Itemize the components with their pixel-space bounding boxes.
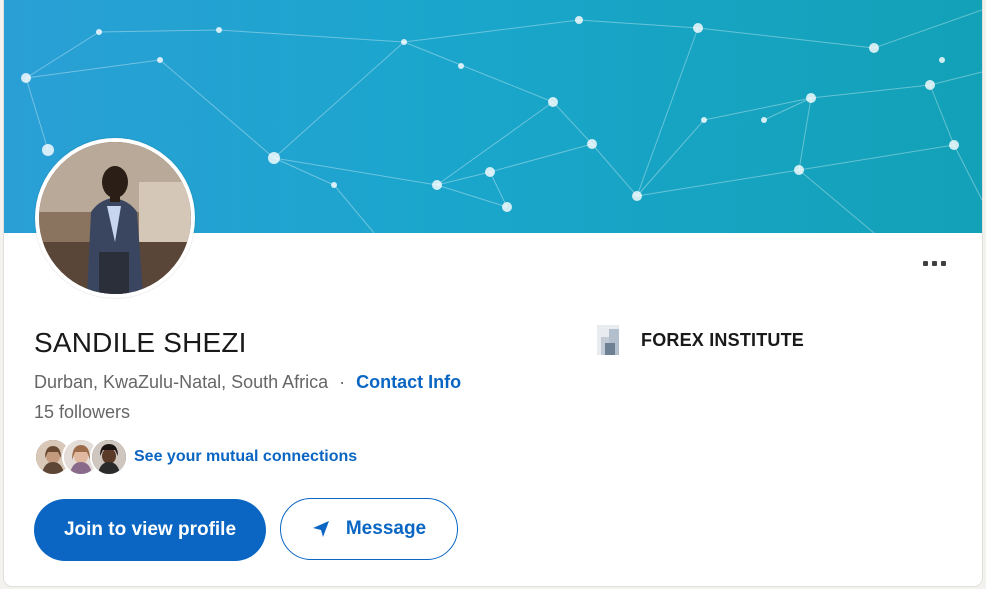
mutual-avatars: [34, 438, 128, 476]
message-label: Message: [345, 518, 427, 539]
company-logo-icon: [597, 325, 627, 355]
contact-info-link[interactable]: Contact Info: [356, 372, 461, 393]
current-company[interactable]: FOREX INSTITUTE: [597, 325, 804, 355]
company-name: FOREX INSTITUTE: [641, 329, 805, 350]
mutual-connections-link[interactable]: See your mutual connections: [134, 448, 357, 466]
separator: ·: [339, 372, 346, 392]
mutual-avatar: [90, 438, 128, 476]
followers-count: 15 followers: [34, 402, 131, 422]
ellipsis-dot: [940, 260, 946, 266]
send-icon: [312, 520, 330, 538]
profile-location: Durban, KwaZulu-Natal, South Africa: [34, 372, 329, 392]
message-button[interactable]: Message: [280, 498, 458, 560]
join-to-view-profile-button[interactable]: Join to view profile: [34, 499, 266, 561]
profile-card: SANDILE SHEZI Durban, KwaZulu-Natal, Sou…: [4, 0, 982, 586]
location-line: Durban, KwaZulu-Natal, South Africa · Co…: [34, 372, 461, 393]
mutual-connections[interactable]: See your mutual connections: [34, 438, 357, 476]
profile-name: SANDILE SHEZI: [34, 327, 247, 358]
more-options-button[interactable]: [916, 250, 952, 276]
profile-avatar[interactable]: [35, 138, 195, 298]
ellipsis-icon: [922, 260, 928, 266]
profile-photo: [39, 142, 191, 294]
ellipsis-dot: [931, 260, 937, 266]
